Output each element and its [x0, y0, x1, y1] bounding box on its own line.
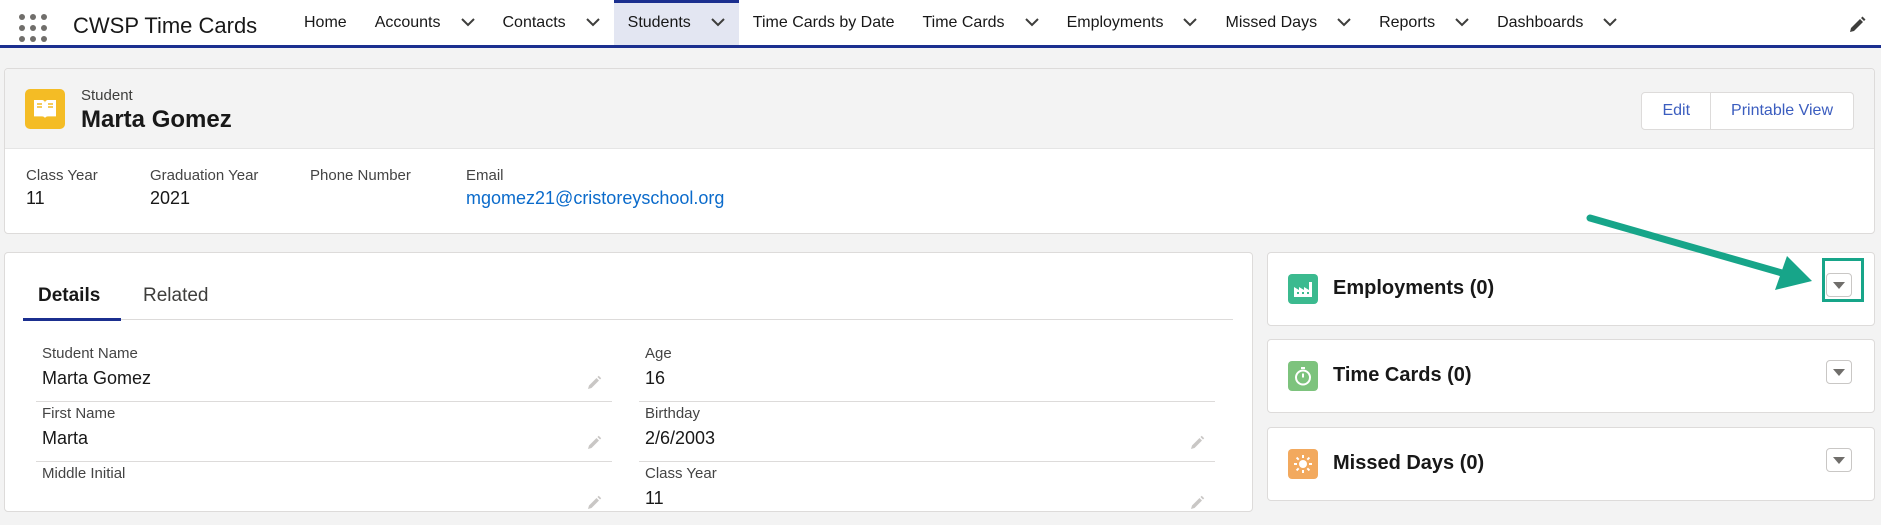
field-class-year: Class Year 11: [645, 465, 1215, 525]
highlight-value: 11: [26, 188, 45, 208]
active-tab-indicator: [23, 318, 121, 321]
chevron-down-icon[interactable]: [1455, 18, 1469, 27]
field-label: Class Year: [645, 465, 717, 482]
student-book-icon: [25, 89, 65, 129]
highlight-label: Email: [466, 167, 504, 184]
highlight-label: Phone Number: [310, 167, 411, 184]
details-panel: Details Related Student Name Marta Gomez…: [4, 252, 1253, 512]
nav-tab-label: Students: [627, 13, 691, 31]
related-list-title[interactable]: Employments (0): [1333, 277, 1494, 300]
chevron-down-icon[interactable]: [585, 18, 600, 27]
chevron-down-icon[interactable]: [1024, 18, 1039, 27]
field-divider: [639, 461, 1215, 462]
field-label: Middle Initial: [42, 465, 126, 482]
edit-pencil-icon[interactable]: [586, 375, 602, 391]
related-list-title[interactable]: Time Cards (0): [1333, 364, 1472, 387]
highlight-graduation-year: Graduation Year 2021: [150, 167, 258, 209]
navigation-bar: CWSP Time Cards Home Accounts Contacts S…: [0, 0, 1881, 48]
field-birthday: Birthday 2/6/2003: [639, 405, 1215, 465]
field-label: Birthday: [645, 405, 701, 422]
record-actions: Edit Printable View: [1641, 92, 1854, 130]
field-divider: [36, 461, 612, 462]
nav-tab-dashboards[interactable]: Dashboards: [1483, 0, 1631, 45]
chevron-down-icon[interactable]: [711, 18, 725, 27]
nav-tab-label: Missed Days: [1225, 13, 1318, 31]
field-value: Marta: [42, 428, 89, 448]
related-list-dropdown-button[interactable]: [1826, 448, 1852, 472]
edit-button[interactable]: Edit: [1641, 92, 1712, 130]
highlight-phone-number: Phone Number: [310, 167, 411, 188]
nav-tab-label: Reports: [1379, 13, 1436, 31]
chevron-down-icon[interactable]: [1603, 18, 1618, 27]
edit-nav-pencil-icon[interactable]: [1847, 15, 1867, 35]
edit-pencil-icon[interactable]: [1189, 495, 1205, 511]
field-divider: [639, 401, 1215, 402]
chevron-down-icon[interactable]: [1183, 18, 1198, 27]
related-list-employments: Employments (0): [1267, 252, 1875, 326]
record-header: Student Marta Gomez Edit Printable View …: [4, 68, 1875, 234]
nav-tab-students[interactable]: Students: [613, 0, 739, 45]
nav-tab-home[interactable]: Home: [290, 0, 361, 45]
app-launcher-icon[interactable]: [18, 13, 48, 43]
nav-tab-reports[interactable]: Reports: [1365, 0, 1483, 45]
field-first-name: First Name Marta: [36, 405, 612, 465]
chevron-down-icon[interactable]: [1337, 18, 1351, 27]
tab-details[interactable]: Details: [38, 285, 100, 307]
stopwatch-icon: [1288, 361, 1318, 391]
related-list-dropdown-button[interactable]: [1826, 360, 1852, 384]
chevron-down-icon[interactable]: [460, 18, 475, 27]
field-age: Age 16: [639, 345, 1215, 405]
sun-icon: [1288, 449, 1318, 479]
highlight-value: 2021: [150, 188, 191, 208]
field-student-name: Student Name Marta Gomez: [36, 345, 612, 405]
edit-pencil-icon[interactable]: [586, 495, 602, 511]
related-list-title[interactable]: Missed Days (0): [1333, 452, 1484, 475]
nav-tab-label: Accounts: [374, 13, 441, 31]
nav-tab-time-cards-by-date[interactable]: Time Cards by Date: [739, 0, 909, 45]
edit-pencil-icon[interactable]: [586, 435, 602, 451]
app-name: CWSP Time Cards: [73, 13, 258, 38]
field-value: 11: [645, 488, 664, 508]
nav-tab-label: Home: [304, 13, 347, 31]
nav-tab-label: Dashboards: [1497, 13, 1584, 31]
nav-tab-accounts[interactable]: Accounts: [361, 0, 489, 45]
related-list-missed-days: Missed Days (0): [1267, 427, 1875, 501]
nav-tabs: Home Accounts Contacts Students Time Car…: [290, 0, 1631, 45]
nav-tab-label: Time Cards: [922, 13, 1005, 31]
email-link[interactable]: mgomez21@cristoreyschool.org: [466, 188, 724, 209]
field-label: First Name: [42, 405, 116, 422]
nav-tab-contacts[interactable]: Contacts: [489, 0, 614, 45]
tab-related[interactable]: Related: [143, 285, 209, 307]
highlight-class-year: Class Year 11: [26, 167, 98, 209]
record-header-top: Student Marta Gomez Edit Printable View: [5, 69, 1874, 149]
field-label: Age: [645, 345, 672, 362]
highlight-label: Graduation Year: [150, 167, 259, 184]
nav-tab-label: Contacts: [502, 13, 566, 31]
edit-pencil-icon[interactable]: [1189, 435, 1205, 451]
field-divider: [36, 401, 612, 402]
record-title: Marta Gomez: [81, 106, 232, 133]
nav-tab-label: Employments: [1066, 13, 1164, 31]
object-type-label: Student: [81, 87, 133, 104]
field-value: 16: [645, 368, 666, 388]
detail-tabs: Details Related: [23, 275, 1233, 321]
factory-icon: [1288, 274, 1318, 304]
field-value: [42, 488, 612, 510]
highlight-email: Email mgomez21@cristoreyschool.org: [466, 167, 724, 209]
field-label: Student Name: [42, 345, 138, 362]
field-value: Marta Gomez: [42, 368, 152, 388]
nav-tab-label: Time Cards by Date: [752, 13, 895, 31]
nav-tab-employments[interactable]: Employments: [1053, 0, 1212, 45]
field-middle-initial: Middle Initial: [42, 465, 612, 525]
highlight-label: Class Year: [26, 167, 98, 184]
nav-tab-missed-days[interactable]: Missed Days: [1211, 0, 1365, 45]
related-list-time-cards: Time Cards (0): [1267, 339, 1875, 413]
printable-view-button[interactable]: Printable View: [1711, 92, 1854, 130]
field-value: 2/6/2003: [645, 428, 716, 448]
related-list-dropdown-button[interactable]: [1826, 273, 1852, 297]
nav-tab-time-cards[interactable]: Time Cards: [908, 0, 1052, 45]
